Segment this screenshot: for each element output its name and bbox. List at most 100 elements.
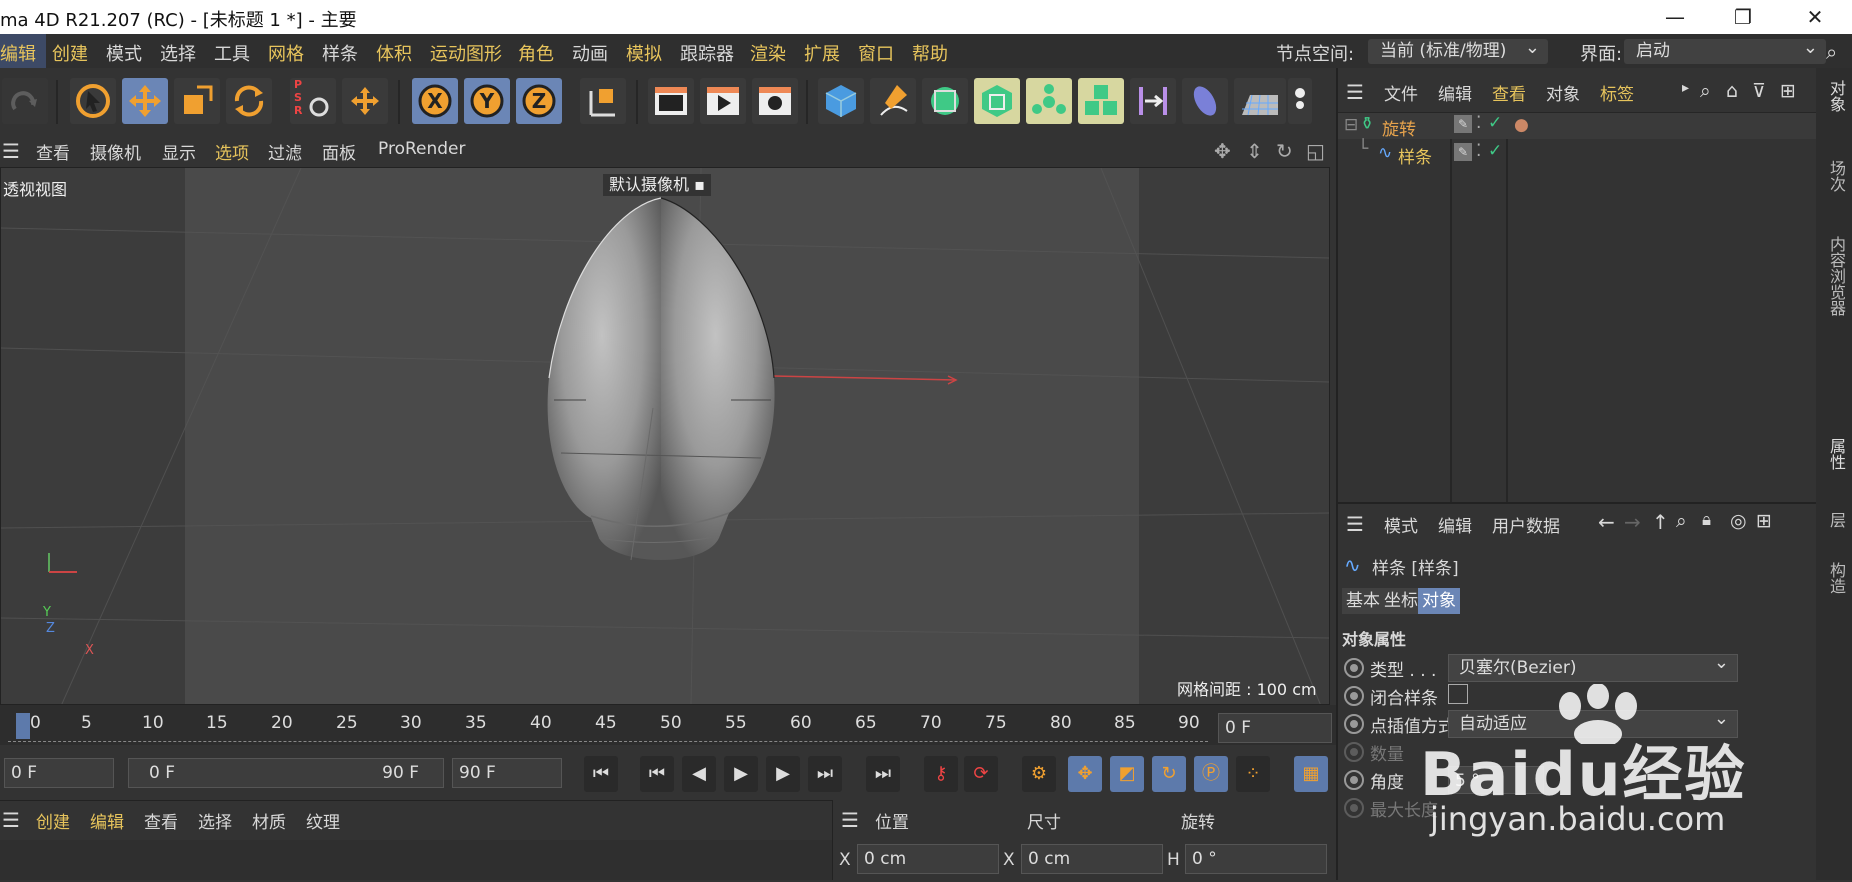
- goto-next-key-icon[interactable]: ⏭: [808, 756, 842, 792]
- menu-render[interactable]: 渲染: [750, 40, 786, 66]
- angle-anim-radio[interactable]: [1344, 770, 1364, 790]
- edit-toggle-icon[interactable]: ✎: [1454, 115, 1472, 133]
- viewport-menu-prorender[interactable]: ProRender: [378, 139, 466, 159]
- viewport-pan-icon[interactable]: ✥: [1214, 139, 1231, 163]
- menu-edit[interactable]: 编辑: [0, 40, 36, 66]
- object-filter-icon[interactable]: ⊽: [1752, 80, 1766, 102]
- back-arrow-icon[interactable]: ←: [1598, 510, 1615, 534]
- material-menu-edit[interactable]: 编辑: [90, 808, 124, 833]
- min-frame-field[interactable]: 0 F: [4, 758, 114, 788]
- psr-icon[interactable]: PSR: [290, 78, 336, 124]
- menu-extensions[interactable]: 扩展: [804, 40, 840, 66]
- key-settings-gear-icon[interactable]: ⚙: [1022, 756, 1056, 792]
- object-name-lathe[interactable]: 旋转: [1382, 115, 1416, 140]
- visibility-dots-icon[interactable]: ⁚: [1476, 141, 1481, 161]
- object-search-icon[interactable]: ⌕: [1700, 80, 1711, 102]
- perspective-viewport[interactable]: 透视视图 默认摄像机 ▪ Y Z X 网格间距 : 100 cm: [0, 167, 1330, 705]
- tab-object[interactable]: 对象: [1418, 588, 1460, 614]
- material-menu-view[interactable]: 查看: [144, 808, 178, 833]
- key-position-icon[interactable]: ✥: [1068, 756, 1102, 792]
- object-menu-object[interactable]: 对象: [1546, 80, 1580, 105]
- goto-prev-key-icon[interactable]: ⏮: [640, 756, 674, 792]
- object-hamburger-icon[interactable]: ☰: [1346, 80, 1364, 104]
- move-tool-icon[interactable]: [122, 78, 168, 124]
- type-select[interactable]: 贝塞尔(Bezier): [1448, 650, 1738, 682]
- object-name-spline[interactable]: 样条: [1398, 143, 1432, 168]
- menu-volume[interactable]: 体积: [376, 40, 412, 66]
- cloner-icon[interactable]: [1078, 78, 1124, 124]
- floor-icon[interactable]: [1234, 78, 1286, 124]
- pen-spline-icon[interactable]: [870, 78, 916, 124]
- minimize-button[interactable]: —: [1650, 0, 1700, 34]
- viewport-menu-view[interactable]: 查看: [36, 139, 70, 164]
- object-menu-edit[interactable]: 编辑: [1438, 80, 1472, 105]
- object-new-window-icon[interactable]: ⊞: [1780, 80, 1796, 102]
- max-frame-field[interactable]: 90 F: [452, 758, 562, 788]
- menu-window[interactable]: 窗口: [858, 40, 894, 66]
- material-hamburger-icon[interactable]: ☰: [2, 808, 20, 832]
- side-tab-layers[interactable]: 层: [1824, 512, 1848, 528]
- subdivision-icon[interactable]: [922, 78, 968, 124]
- x-axis-lock-icon[interactable]: X: [412, 78, 458, 124]
- select-arrow-icon[interactable]: [70, 78, 116, 124]
- node-space-select[interactable]: 当前 (标准/物理): [1368, 35, 1548, 64]
- forward-arrow-icon[interactable]: →: [1624, 510, 1641, 534]
- material-area[interactable]: [0, 840, 832, 880]
- object-menu-file[interactable]: 文件: [1384, 80, 1418, 105]
- coordinate-system-icon[interactable]: [580, 78, 626, 124]
- menu-mograph[interactable]: 运动图形: [430, 40, 502, 66]
- key-scale-icon[interactable]: ◩: [1110, 756, 1144, 792]
- material-menu-select[interactable]: 选择: [198, 808, 232, 833]
- object-row-lathe[interactable]: ⊟ ⚱ 旋转 ✎ ⁚ ✓ ●: [1338, 113, 1816, 140]
- render-picture-viewer-icon[interactable]: [700, 78, 746, 124]
- side-tab-attributes[interactable]: 属性: [1824, 438, 1848, 470]
- viewport-menu-options[interactable]: 选项: [215, 139, 249, 164]
- timeline-playhead[interactable]: [16, 713, 30, 739]
- deformer-icon[interactable]: [1130, 78, 1176, 124]
- light-icon[interactable]: [1288, 78, 1312, 124]
- object-tree[interactable]: ⊟ ⚱ 旋转 ✎ ⁚ ✓ ● └ ∿ 样条 ✎ ⁚ ✓: [1338, 112, 1816, 505]
- h-rotation-field[interactable]: 0 °: [1185, 844, 1327, 874]
- key-rotation-icon[interactable]: ↻: [1152, 756, 1186, 792]
- timeline-window-icon[interactable]: ▦: [1294, 756, 1328, 792]
- x-position-field[interactable]: 0 cm: [857, 844, 999, 874]
- frame-range-slider[interactable]: 0 F 90 F: [128, 758, 444, 788]
- goto-start-icon[interactable]: ⏮: [584, 756, 618, 792]
- object-home-icon[interactable]: ⌂: [1726, 80, 1738, 102]
- attribute-search-icon[interactable]: ⌕: [1676, 510, 1687, 532]
- menu-select[interactable]: 选择: [160, 40, 196, 66]
- side-tab-takes[interactable]: 场次: [1824, 160, 1848, 192]
- tab-basic[interactable]: 基本: [1342, 588, 1384, 614]
- menu-animate[interactable]: 动画: [572, 40, 608, 66]
- rotate-tool-icon[interactable]: [226, 78, 272, 124]
- goto-end-icon[interactable]: ⏭: [866, 756, 900, 792]
- viewport-orbit-icon[interactable]: ↻: [1276, 139, 1293, 163]
- menu-tracker[interactable]: 跟踪器: [680, 40, 734, 66]
- last-used-tool-icon[interactable]: [342, 78, 388, 124]
- viewport-menu-filter[interactable]: 过滤: [268, 139, 302, 164]
- autokey-icon[interactable]: ⟳: [964, 756, 998, 792]
- attribute-new-window-icon[interactable]: ⊞: [1756, 510, 1772, 532]
- redo-icon[interactable]: [2, 78, 48, 124]
- menu-create[interactable]: 创建: [52, 40, 88, 66]
- up-arrow-icon[interactable]: ↑: [1652, 510, 1669, 534]
- cube-icon[interactable]: [818, 78, 864, 124]
- tree-collapse-icon[interactable]: ⊟: [1344, 115, 1358, 135]
- search-icon[interactable]: ⌕: [1826, 40, 1837, 64]
- scale-tool-icon[interactable]: [174, 78, 220, 124]
- y-axis-lock-icon[interactable]: Y: [464, 78, 510, 124]
- more-arrow-icon[interactable]: ▸: [1682, 80, 1689, 96]
- timeline-ruler[interactable]: 0 5 10 15 20 25 30 35 40 45 50 55 60 65 …: [0, 705, 1336, 745]
- side-tab-structure[interactable]: 构造: [1824, 562, 1848, 594]
- menu-mesh[interactable]: 网格: [268, 40, 304, 66]
- interp-anim-radio[interactable]: [1344, 714, 1364, 734]
- menu-simulate[interactable]: 模拟: [626, 40, 662, 66]
- field-icon[interactable]: [1182, 78, 1228, 124]
- play-icon[interactable]: ▶: [724, 756, 758, 792]
- render-view-icon[interactable]: [648, 78, 694, 124]
- material-menu-texture[interactable]: 纹理: [306, 808, 340, 833]
- type-anim-radio[interactable]: [1344, 658, 1364, 678]
- prev-frame-icon[interactable]: ◀: [682, 756, 716, 792]
- viewport-dolly-icon[interactable]: ⇕: [1246, 139, 1263, 163]
- maxlength-anim-radio[interactable]: [1344, 798, 1364, 818]
